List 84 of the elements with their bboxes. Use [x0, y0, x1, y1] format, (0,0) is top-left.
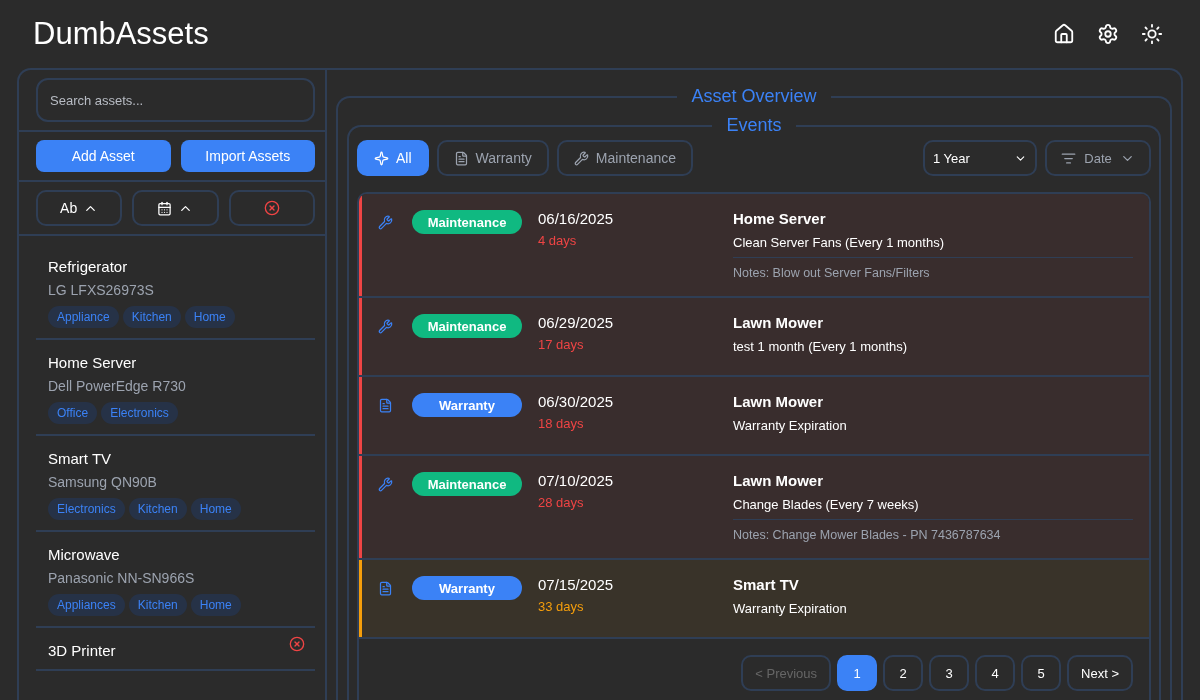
asset-item[interactable]: Home Server Dell PowerEdge R730 Office Electronics	[36, 340, 315, 436]
event-task: Change Blades (Every 7 weeks)	[733, 497, 920, 512]
pagination-button[interactable]: 3	[929, 655, 970, 691]
event-date: 07/10/2025	[538, 472, 615, 489]
asset-tag: Kitchen	[128, 498, 187, 520]
event-date: 07/15/2025	[538, 576, 615, 593]
asset-model: LG LFXS26973S	[48, 282, 155, 298]
event-asset: Lawn Mower	[733, 393, 824, 410]
event-date: 06/30/2025	[538, 393, 615, 410]
asset-tag: Appliance	[48, 306, 119, 328]
section-title: Events	[725, 115, 783, 136]
filter-tab[interactable]: Maintenance	[556, 140, 693, 176]
delete-icon[interactable]	[289, 636, 305, 652]
pagination-button[interactable]: 1	[837, 655, 878, 691]
asset-tag: Kitchen	[122, 306, 181, 328]
asset-model: Samsung QN90B	[48, 474, 158, 490]
add-asset-button[interactable]: Add Asset	[36, 140, 171, 172]
event-type-badge: Maintenance	[412, 472, 522, 496]
days-remaining: 33 days	[538, 599, 585, 614]
event-date: 06/16/2025	[538, 210, 615, 227]
event-type-badge: Warranty	[412, 393, 522, 417]
event-task: test 1 month (Every 1 months)	[733, 339, 909, 354]
asset-tag: Kitchen	[128, 594, 187, 616]
asset-tag: Electronics	[101, 402, 178, 424]
section-title: Asset Overview	[690, 86, 818, 107]
filter-tab[interactable]: All	[357, 140, 429, 176]
asset-item[interactable]: Refrigerator LG LFXS26973S Appliance Kitchen Home	[36, 244, 315, 340]
asset-tag: Electronics	[48, 498, 125, 520]
days-remaining: 4 days	[538, 233, 578, 248]
wrench-icon	[573, 150, 589, 166]
document-icon	[453, 150, 469, 166]
event-type-badge: Maintenance	[412, 210, 522, 234]
event-date: 06/29/2025	[538, 314, 615, 331]
days-remaining: 18 days	[538, 416, 585, 431]
asset-item[interactable]: Smart TV Samsung QN90B Electronics Kitchen Home	[36, 436, 315, 532]
pagination-button[interactable]: 4	[975, 655, 1016, 691]
clear-icon	[263, 200, 280, 216]
wrench-icon	[378, 319, 393, 334]
event-task: Warranty Expiration	[733, 418, 848, 433]
app-title: DumbAssets	[33, 16, 209, 52]
asset-tag: Home	[184, 306, 235, 328]
filter-icon	[1061, 150, 1077, 166]
asset-name: Refrigerator	[48, 258, 129, 275]
pagination-button[interactable]: Next >	[1067, 655, 1133, 691]
pagination-button[interactable]: 5	[1021, 655, 1062, 691]
days-remaining: 17 days	[538, 337, 585, 352]
event-notes: Notes: Change Mower Blades - PN 7436787634	[733, 519, 1133, 542]
search-field[interactable]: Search assets...	[36, 78, 315, 122]
asset-model: Panasonic NN-SN966S	[48, 570, 196, 586]
wrench-icon	[378, 477, 393, 492]
sparkle-icon	[374, 150, 389, 166]
calendar-icon	[157, 200, 173, 216]
asset-tag: Appliances	[48, 594, 125, 616]
sort-select[interactable]: Date	[1045, 140, 1151, 176]
range-select[interactable]: 1 Year	[923, 140, 1037, 176]
asset-model: Dell PowerEdge R730	[48, 378, 187, 394]
asset-name: 3D Printer	[48, 642, 117, 659]
event-asset: Smart TV	[733, 576, 800, 593]
event-asset: Lawn Mower	[733, 314, 824, 331]
document-icon	[378, 398, 393, 413]
event-asset: Home Server	[733, 210, 827, 227]
document-icon	[378, 581, 393, 596]
asset-tag: Home	[190, 498, 241, 520]
sort-button[interactable]: Ab	[36, 190, 123, 226]
import-assets-button[interactable]: Import Assets	[180, 140, 315, 172]
event-type-badge: Maintenance	[412, 314, 522, 338]
asset-item[interactable]: 3D Printer	[36, 628, 315, 671]
event-notes: Notes: Blow out Server Fans/Filters	[733, 257, 1133, 280]
pagination-button[interactable]: 2	[883, 655, 924, 691]
days-remaining: 28 days	[538, 495, 585, 510]
wrench-icon	[378, 215, 393, 230]
asset-name: Home Server	[48, 354, 138, 371]
event-task: Clean Server Fans (Every 1 months)	[733, 235, 945, 250]
event-asset: Lawn Mower	[733, 472, 824, 489]
asset-tag: Office	[48, 402, 98, 424]
sort-button[interactable]	[132, 190, 219, 226]
event-type-badge: Warranty	[412, 576, 522, 600]
sort-label: Ab	[60, 200, 78, 216]
asset-item[interactable]: Microwave Panasonic NN-SN966S Appliances Kitchen Home	[36, 532, 315, 628]
event-task: Warranty Expiration	[733, 601, 848, 616]
asset-name: Smart TV	[48, 450, 113, 467]
asset-tag: Home	[190, 594, 241, 616]
asset-name: Microwave	[48, 546, 121, 563]
filter-tab[interactable]: Warranty	[436, 140, 549, 176]
